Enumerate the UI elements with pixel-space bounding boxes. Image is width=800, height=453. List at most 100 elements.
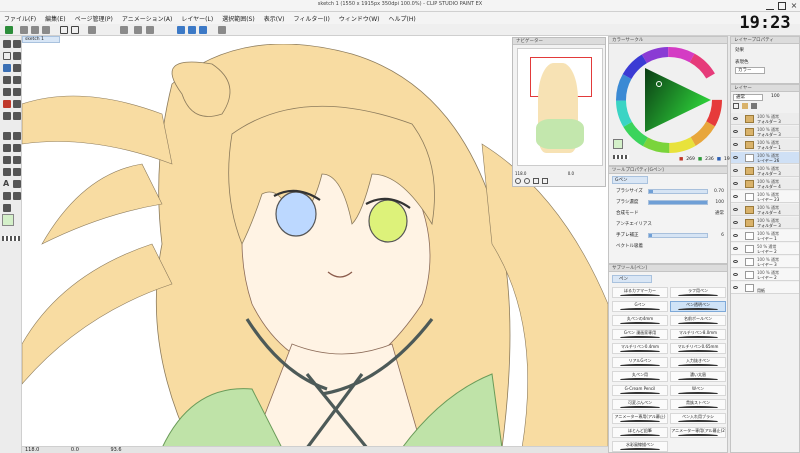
eye-icon[interactable] [733,247,738,250]
new-file-icon[interactable] [20,26,28,34]
brush-item[interactable]: 入力抜きペン [670,357,726,368]
layout-icon[interactable] [218,26,226,34]
zoom-in-icon[interactable] [524,178,530,184]
menu-item[interactable]: 表示(V) [264,14,285,23]
menu-item[interactable]: フィルター(I) [294,14,330,23]
lasso-icon[interactable] [3,52,11,60]
eye-icon[interactable] [733,234,738,237]
color-wheel[interactable] [615,46,723,154]
eye-icon[interactable] [733,182,738,185]
property-row[interactable]: ブラシサイズ 0.70 [612,187,726,196]
brush-icon[interactable] [3,76,11,84]
blend-icon[interactable] [3,100,11,108]
pan-icon[interactable] [3,204,11,212]
property-row[interactable]: ベクトル吸着 [612,242,726,251]
canvas-tab[interactable]: sketch 1 [22,36,60,43]
layer-folder-row[interactable]: 100 % 通常 フォルダー 4 [731,178,799,190]
brush-item[interactable]: G-Cream Pencil [612,385,668,396]
eye-icon[interactable] [733,208,738,211]
balloon-tail-icon[interactable] [13,180,21,188]
property-row[interactable]: アンチエイリアス [612,220,726,229]
brush-item[interactable]: 水彩風線描ペン [612,441,668,452]
minimize-icon[interactable] [766,2,774,10]
brush-item[interactable]: Wペン [670,385,726,396]
eye-icon[interactable] [733,130,738,133]
trash-icon[interactable] [751,103,757,109]
brush-item[interactable]: マルチリペン0.65mm [670,343,726,354]
zoom-icon[interactable] [3,40,11,48]
property-row[interactable]: 手ブレ補正 6 [612,231,726,240]
eye-icon[interactable] [733,117,738,120]
layer-row[interactable]: 100 % 通常 レイヤー 1 [731,230,799,242]
gradient-icon[interactable] [3,112,11,120]
folder-icon[interactable] [742,103,748,109]
expression-select[interactable]: カラー [735,67,765,74]
settings-icon[interactable] [134,26,142,34]
close-icon[interactable]: × [790,2,798,10]
menu-item[interactable]: 編集(E) [45,14,65,23]
snap-ruler-icon[interactable] [177,26,185,34]
blend-mode-select[interactable]: 通常 [733,94,763,101]
frame-icon[interactable] [3,132,11,140]
save-icon[interactable] [42,26,50,34]
transparent-color-icon[interactable] [2,236,20,241]
angle-readout[interactable]: 0.0 [71,447,79,453]
property-row[interactable]: ブラシ濃度 100 [612,198,726,207]
undo-icon[interactable] [60,26,68,34]
brush-item[interactable]: アニメーター専用(アル幕止)2 [670,427,726,438]
brush-item[interactable]: マルチリペン8.0mm [670,329,726,340]
layer-folder-row[interactable]: 100 % 通常 フォルダー 3 [731,126,799,138]
brush-item[interactable]: 丸ペンの4mm [612,315,668,326]
menu-item[interactable]: アニメーション(A) [122,14,173,23]
redo-icon[interactable] [71,26,79,34]
property-slider[interactable] [648,233,708,238]
maximize-icon[interactable] [778,2,786,10]
menu-item[interactable]: ヘルプ(H) [388,14,415,23]
menu-item[interactable]: レイヤー(L) [181,14,213,23]
eye-icon[interactable] [733,260,738,263]
figure-icon[interactable] [13,112,21,120]
brush-item[interactable]: アニメーター専用(アル幕止) [612,413,668,424]
menu-item[interactable]: 選択範囲(S) [222,14,255,23]
brush-item[interactable]: 可変ぶんペン [612,399,668,410]
transparent-preview[interactable] [613,155,629,159]
eye-icon[interactable] [733,156,738,159]
airbrush-icon[interactable] [13,76,21,84]
layer-folder-row[interactable]: 100 % 通常 フォルダー 3 [731,217,799,229]
layer-row[interactable]: 100 % 通常 レイヤー 26 [731,152,799,164]
new-layer-icon[interactable] [733,103,739,109]
layer-row[interactable]: 100 % 通常 レイヤー 3 [731,256,799,268]
navigator-angle[interactable]: 0.0 [568,171,574,176]
fill-icon[interactable] [13,100,21,108]
menu-item[interactable]: ファイル(F) [4,14,36,23]
eye-icon[interactable] [733,286,738,289]
zoom-readout[interactable]: 118.0 [25,447,39,453]
brush-item[interactable]: 濃い太眉 [670,371,726,382]
eraser-icon[interactable] [13,88,21,96]
balloon-icon[interactable] [13,156,21,164]
property-slider[interactable] [648,189,708,194]
hand-icon[interactable] [3,192,11,200]
zoom-out-icon[interactable] [515,178,521,184]
brush-item[interactable]: Gペン 漫画家専用 [612,329,668,340]
navigator-zoom[interactable]: 118.0 [515,171,526,176]
brush-item[interactable]: ラフ用ペン [670,287,726,298]
navigator-preview[interactable] [517,48,603,166]
tool-name[interactable]: Gペン [612,176,648,184]
main-color-preview[interactable] [613,139,623,149]
brush-item[interactable]: マルチリペン0.4mm [612,343,668,354]
brush-item[interactable]: Gペン [612,301,668,312]
flip-icon[interactable] [542,178,548,184]
brush-item[interactable]: ほるカフマーカー [612,287,668,298]
line-icon[interactable] [3,168,11,176]
eye-icon[interactable] [733,221,738,224]
brush-item[interactable]: ほとんど鉛筆 [612,427,668,438]
property-row[interactable]: 合成モード 通常 [612,209,726,218]
subtool-tab[interactable]: ペン [612,275,652,283]
snap-special-ruler-icon[interactable] [188,26,196,34]
operation-icon[interactable] [13,144,21,152]
eye-icon[interactable] [733,273,738,276]
open-file-icon[interactable] [31,26,39,34]
pen-tool-icon[interactable] [3,64,11,72]
menu-item[interactable]: ウィンドウ(W) [339,14,380,23]
